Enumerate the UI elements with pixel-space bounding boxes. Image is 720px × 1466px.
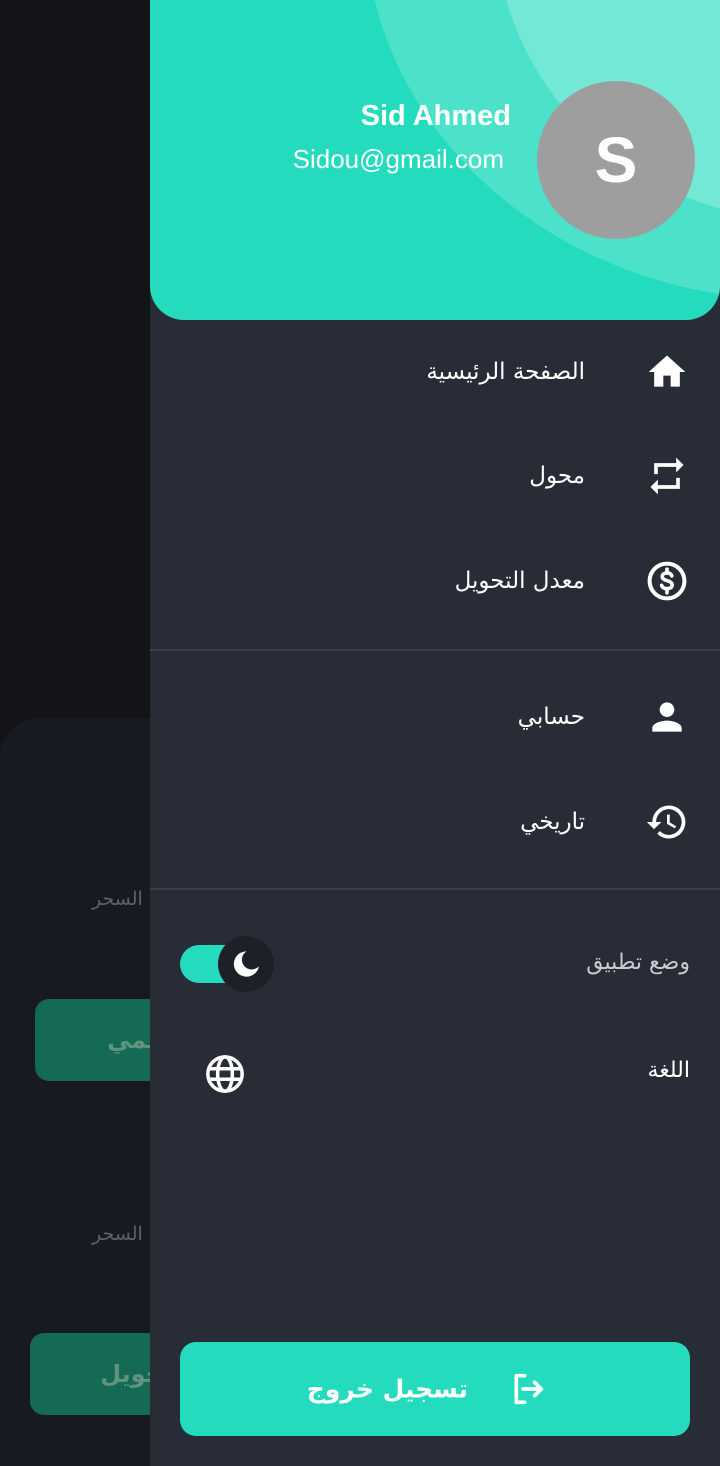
avatar-letter: S (594, 124, 638, 196)
logout-label: تسجيل خروج (306, 1374, 468, 1404)
logout-button[interactable]: تسجيل خروج (180, 1342, 690, 1436)
menu-item-home[interactable]: الصفحة الرئيسية (150, 322, 720, 422)
dollar-circle-icon (647, 561, 687, 601)
menu-item-account[interactable]: حسابي (150, 667, 720, 767)
logout-icon (514, 1373, 544, 1405)
menu-divider (150, 888, 720, 890)
avatar[interactable]: S (537, 81, 695, 239)
toggle-knob (218, 936, 274, 992)
navigation-drawer: Sid Ahmed Sidou@gmail.com S الصفحة الرئي… (150, 0, 720, 1466)
theme-toggle[interactable] (180, 936, 274, 992)
menu-item-exchange-rate[interactable]: معدل التحويل (150, 531, 720, 631)
menu-item-converter[interactable]: محول (150, 426, 720, 526)
menu-item-label: الصفحة الرئيسية (426, 359, 585, 385)
person-icon (652, 702, 682, 732)
user-email: Sidou@gmail.com (292, 144, 504, 174)
moon-icon (233, 951, 259, 977)
menu-item-label: محول (529, 463, 585, 489)
globe-icon[interactable] (204, 1053, 246, 1095)
background-label: السحر (92, 888, 143, 910)
user-name: Sid Ahmed (360, 100, 511, 132)
menu-item-label: حسابي (517, 704, 585, 730)
background-label: السحر (92, 1223, 143, 1245)
history-icon (646, 805, 686, 839)
theme-mode-label: وضع تطبيق (586, 950, 690, 975)
home-icon (648, 355, 686, 387)
swap-icon (650, 457, 684, 495)
language-label: اللغة (647, 1058, 690, 1083)
drawer-header: Sid Ahmed Sidou@gmail.com S (150, 0, 720, 320)
menu-item-label: معدل التحويل (454, 568, 585, 594)
menu-divider (150, 649, 720, 651)
menu-item-label: تاريخي (520, 809, 585, 835)
menu-item-history[interactable]: تاريخي (150, 772, 720, 872)
